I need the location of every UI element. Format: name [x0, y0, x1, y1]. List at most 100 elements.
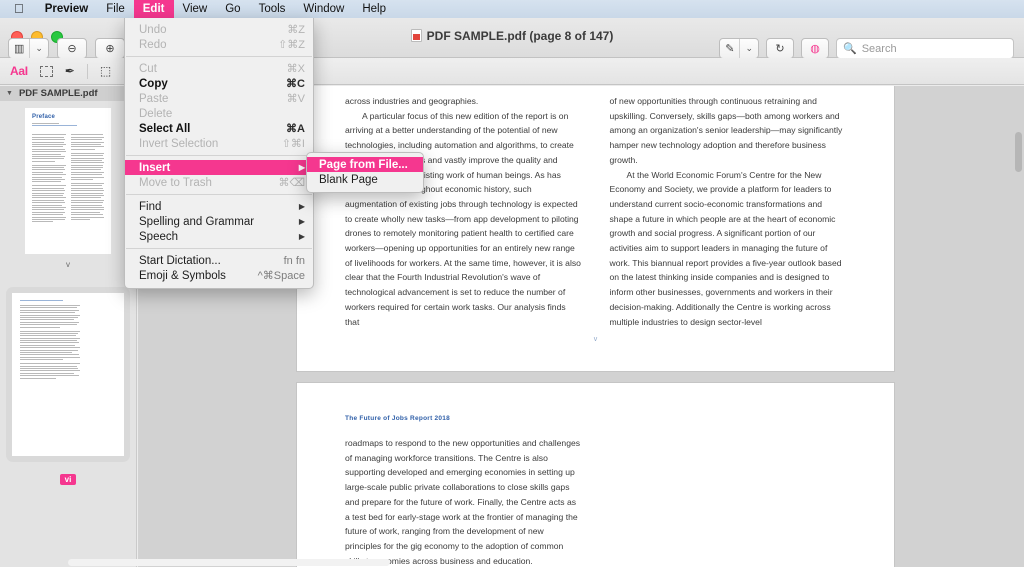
paragraph: across industries and geographies. — [345, 94, 582, 109]
rectangular-selection-icon[interactable] — [40, 66, 53, 77]
menu-item-copy[interactable]: Copy ⌘C — [125, 76, 313, 91]
page-columns: across industries and geographies. A par… — [345, 86, 846, 329]
sidebar-icon: ▥ — [9, 39, 30, 58]
toolbar-right: ✎ ⌄ ↻ ◍ 🔍 Search — [719, 38, 1014, 59]
menu-item-speech[interactable]: Speech ▶ — [125, 229, 313, 244]
submenu-arrow-icon: ▶ — [299, 217, 305, 226]
thumbnail-page-vi[interactable] — [12, 293, 124, 456]
menu-bar:  Preview File Edit View Go Tools Window… — [0, 0, 1024, 18]
markup-tool-button[interactable]: ✎ ⌄ — [719, 38, 759, 59]
menu-item-cut[interactable]: Cut ⌘X — [125, 61, 313, 76]
menu-item-shortcut: ⌘A — [286, 122, 305, 135]
paragraph: roadmaps to respond to the new opportuni… — [345, 436, 582, 567]
horizontal-scrollbar[interactable] — [68, 559, 390, 566]
menu-item-label: Start Dictation... — [139, 255, 270, 267]
menu-item-label: Select All — [139, 123, 272, 135]
menu-item-label: Paste — [139, 93, 273, 105]
sidebar-toggle-button[interactable]: ▥ ⌄ — [8, 38, 49, 59]
chevron-down-icon: ⌄ — [740, 39, 758, 58]
page-content: across industries and geographies. A par… — [297, 86, 894, 371]
thumbnail-page-number-vi-wrap: vi — [0, 469, 136, 487]
menu-help[interactable]: Help — [353, 0, 395, 18]
menu-tools[interactable]: Tools — [250, 0, 295, 18]
zoom-in-button[interactable]: ⊕ — [95, 38, 125, 59]
submenu-item-page-from-file[interactable]: Page from File... — [307, 157, 423, 172]
menu-item-spelling-and-grammar[interactable]: Spelling and Grammar ▶ — [125, 214, 313, 229]
menu-item-redo[interactable]: Redo ⇧⌘Z — [125, 37, 313, 52]
menu-item-shortcut: ⌘⌫ — [278, 176, 305, 189]
menu-divider — [126, 194, 312, 195]
apple-icon[interactable]:  — [0, 0, 36, 18]
search-icon: 🔍 — [843, 42, 857, 55]
menu-item-label: Find — [139, 201, 289, 213]
submenu-arrow-icon: ▶ — [299, 163, 305, 172]
zoom-out-button[interactable]: ⊖ — [57, 38, 87, 59]
running-head: The Future of Jobs Report 2018 — [345, 415, 846, 422]
chevron-down-icon: ⌄ — [30, 39, 48, 58]
disclosure-triangle-icon[interactable]: ▼ — [6, 90, 13, 97]
menu-view[interactable]: View — [174, 0, 217, 18]
menu-item-label: Invert Selection — [139, 138, 268, 150]
menu-item-shortcut: ⌘Z — [287, 23, 305, 36]
rotate-button[interactable]: ↻ — [766, 38, 794, 59]
menu-item-select-all[interactable]: Select All ⌘A — [125, 121, 313, 136]
menu-item-invert-selection[interactable]: Invert Selection ⇧⌘I — [125, 136, 313, 151]
paragraph: At the World Economic Forum's Centre for… — [610, 168, 847, 330]
menu-item-label: Move to Trash — [139, 177, 264, 189]
menu-item-find[interactable]: Find ▶ — [125, 199, 313, 214]
menu-item-move-to-trash[interactable]: Move to Trash ⌘⌫ — [125, 175, 313, 190]
menu-item-shortcut: ⇧⌘Z — [278, 38, 305, 51]
thumbnail-list: Preface — [0, 101, 136, 487]
submenu-item-blank-page[interactable]: Blank Page — [307, 172, 423, 187]
page-footer-number: v — [297, 336, 894, 343]
menu-divider — [126, 155, 312, 156]
menu-item-shortcut: ⌘C — [286, 77, 305, 90]
menu-item-shortcut: ⇧⌘I — [282, 137, 305, 150]
menu-item-insert[interactable]: Insert ▶ — [125, 160, 313, 175]
sketch-icon[interactable]: ✒ — [65, 64, 75, 78]
menu-item-label: Copy — [139, 78, 272, 90]
menu-item-label: Undo — [139, 24, 273, 36]
menu-file[interactable]: File — [97, 0, 134, 18]
menu-window[interactable]: Window — [294, 0, 353, 18]
pdf-page-vi[interactable]: The Future of Jobs Report 2018 roadmaps … — [297, 383, 894, 567]
thumbnail-page-v[interactable]: Preface — [24, 107, 112, 255]
sidebar-header[interactable]: ▼ PDF SAMPLE.pdf — [0, 86, 136, 101]
thumbnail-page-vi-selection[interactable] — [6, 287, 130, 462]
thumbnail-page-number-v: v — [0, 260, 136, 269]
menu-item-label: Spelling and Grammar — [139, 216, 289, 228]
thumbnail-column-left — [32, 134, 66, 223]
menu-item-shortcut: ^⌘Space — [258, 269, 305, 282]
menu-go[interactable]: Go — [216, 0, 249, 18]
menu-item-shortcut: fn fn — [284, 255, 305, 267]
pdf-page-v[interactable]: across industries and geographies. A par… — [297, 86, 894, 371]
page-content: The Future of Jobs Report 2018 roadmaps … — [297, 383, 894, 567]
submenu-arrow-icon: ▶ — [299, 202, 305, 211]
menu-edit[interactable]: Edit — [134, 0, 174, 18]
menu-item-label: Insert — [139, 162, 289, 174]
document-title-text: PDF SAMPLE.pdf (page 8 of 147) — [427, 29, 614, 43]
menu-item-start-dictation[interactable]: Start Dictation... fn fn — [125, 253, 313, 268]
menu-item-label: Blank Page — [319, 174, 415, 186]
menu-item-label: Speech — [139, 231, 289, 243]
menu-item-emoji-and-symbols[interactable]: Emoji & Symbols ^⌘Space — [125, 268, 313, 283]
menu-item-paste[interactable]: Paste ⌘V — [125, 91, 313, 106]
vertical-scrollbar[interactable] — [1015, 132, 1022, 172]
edit-menu-dropdown: Undo ⌘Z Redo ⇧⌘Z Cut ⌘X Copy ⌘C Paste ⌘V… — [124, 18, 314, 289]
submenu-arrow-icon: ▶ — [299, 232, 305, 241]
menu-item-label: Redo — [139, 39, 264, 51]
page-header-area: The Future of Jobs Report 2018 — [345, 383, 846, 422]
text-selection-tool[interactable]: AaI — [10, 64, 28, 78]
page-column-left: roadmaps to respond to the new opportuni… — [345, 436, 582, 567]
page-columns: roadmaps to respond to the new opportuni… — [345, 422, 846, 567]
menu-item-delete[interactable]: Delete — [125, 106, 313, 121]
screen:  Preview File Edit View Go Tools Window… — [0, 0, 1024, 567]
menu-item-undo[interactable]: Undo ⌘Z — [125, 22, 313, 37]
menu-preview[interactable]: Preview — [36, 0, 97, 18]
shapes-icon[interactable]: ⬚ — [100, 64, 111, 78]
menu-item-shortcut: ⌘V — [287, 92, 305, 105]
search-input[interactable]: 🔍 Search — [836, 38, 1014, 59]
highlight-button[interactable]: ◍ — [801, 38, 829, 59]
divider — [87, 64, 88, 79]
page-column-right: of new opportunities through continuous … — [610, 94, 847, 329]
